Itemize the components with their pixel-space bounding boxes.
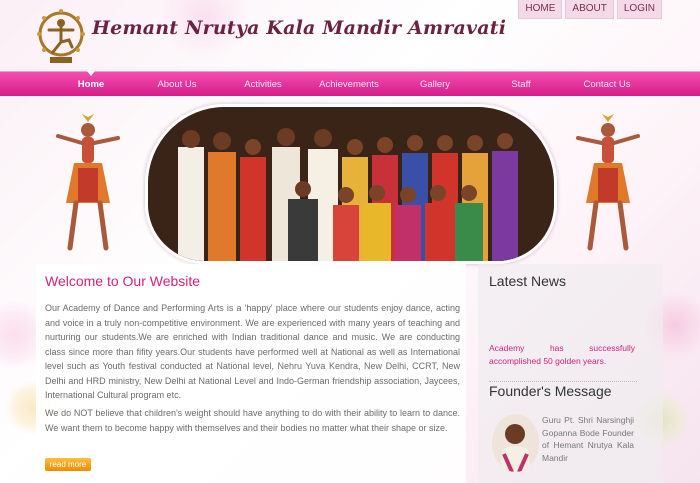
welcome-paragraph: We do NOT believe that children's weight… (45, 408, 460, 433)
nav-item-home[interactable]: Home (48, 71, 134, 96)
sidebar: Latest News Academy has successfully acc… (478, 264, 663, 483)
divider (489, 381, 637, 382)
founder-message: Guru Pt. Shri Narsinghji Gopanna Bode Fo… (542, 415, 634, 463)
news-item[interactable]: Academy has successfully accomplished 50… (489, 342, 635, 368)
welcome-title: Welcome to Our Website (45, 273, 201, 289)
top-link-login[interactable]: LOGIN (616, 0, 662, 19)
founder-photo (492, 414, 539, 472)
dancer-image (576, 114, 640, 251)
nav-item-gallery[interactable]: Gallery (392, 72, 478, 96)
nataraja-logo-icon (37, 9, 85, 63)
nav-item-staff[interactable]: Staff (478, 72, 564, 96)
read-more-button[interactable]: read more (45, 458, 91, 471)
main-navigation: Home About Us Activities Achievements Ga… (0, 71, 700, 96)
dancer-image (56, 114, 120, 251)
nav-item-achievements[interactable]: Achievements (306, 72, 392, 96)
welcome-paragraph: Our Academy of Dance and Performing Arts… (45, 303, 460, 400)
banner (0, 104, 700, 264)
welcome-section: Welcome to Our Website Our Academy of Da… (36, 264, 466, 483)
nav-item-activities[interactable]: Activities (220, 72, 306, 96)
latest-news-title: Latest News (489, 273, 567, 289)
site-title: Hemant Nrutya Kala Mandir Amravati (92, 17, 507, 39)
nav-item-contact-us[interactable]: Contact Us (564, 72, 650, 96)
founder-title: Founder's Message (489, 383, 612, 399)
top-link-home[interactable]: HOME (518, 0, 563, 19)
header: Hemant Nrutya Kala Mandir Amravati HOME … (0, 0, 700, 70)
top-links: HOME ABOUT LOGIN (518, 0, 662, 19)
nav-item-about-us[interactable]: About Us (134, 72, 220, 96)
group-photo (145, 104, 557, 264)
top-link-about[interactable]: ABOUT (565, 0, 614, 19)
